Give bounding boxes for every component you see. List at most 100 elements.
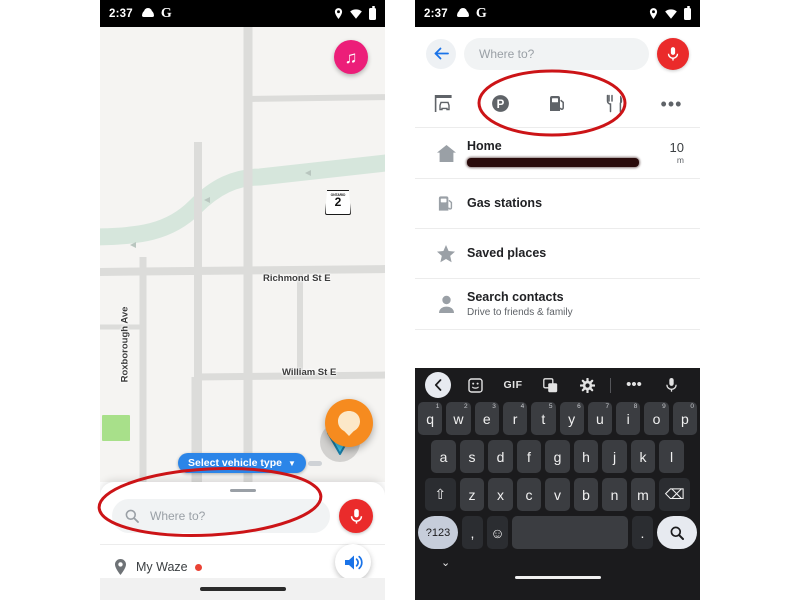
home-distance-value: 10 <box>669 140 684 155</box>
key-n[interactable]: n <box>602 478 627 511</box>
key-u[interactable]: u7 <box>587 402 613 435</box>
key-label: n <box>610 486 619 503</box>
key-period[interactable]: . <box>632 516 653 549</box>
star-glyph <box>437 245 455 263</box>
kb-sticker-icon[interactable] <box>457 377 494 393</box>
keyboard-toolbar-divider <box>610 377 612 393</box>
key-s[interactable]: s <box>459 440 485 473</box>
category-food[interactable] <box>595 87 635 121</box>
location-pin-icon <box>649 8 658 19</box>
key-g[interactable]: g <box>545 440 570 473</box>
key-label: c <box>525 486 533 503</box>
microphone-icon <box>350 508 362 524</box>
key-label: l <box>669 448 674 465</box>
key-r[interactable]: r4 <box>502 402 528 435</box>
list-item-home[interactable]: Home 10 m <box>415 128 700 179</box>
keyboard-toolbar: GIF ••• <box>415 368 700 402</box>
key-x[interactable]: x <box>488 478 513 511</box>
gesture-home-indicator[interactable] <box>199 587 286 591</box>
key-h[interactable]: h <box>573 440 599 473</box>
back-arrow-icon <box>434 47 449 60</box>
category-parking-garage[interactable] <box>424 87 464 121</box>
sound-toggle-button[interactable] <box>335 544 371 580</box>
kb-translate-icon[interactable] <box>532 377 569 393</box>
key-b[interactable]: b <box>573 478 599 511</box>
key-p[interactable]: p0 <box>672 402 697 435</box>
key-v[interactable]: v <box>545 478 570 511</box>
gas-pump-glyph <box>438 196 453 211</box>
kb-mic-icon[interactable] <box>653 377 690 393</box>
list-item-search-contacts[interactable]: Search contacts Drive to friends & famil… <box>415 279 700 330</box>
key-comma[interactable]: , <box>462 516 483 549</box>
search-input-right[interactable]: Where to? <box>464 37 649 70</box>
voice-search-button-right[interactable] <box>657 37 689 70</box>
key-label: o <box>652 410 661 427</box>
key-t[interactable]: t5 <box>531 402 556 435</box>
key-k[interactable]: k <box>630 440 656 473</box>
kb-back-chevron[interactable] <box>425 372 451 398</box>
battery-icon <box>369 5 376 20</box>
key-j[interactable]: j <box>602 440 627 473</box>
back-button[interactable] <box>426 38 456 69</box>
map-view[interactable]: Richmond St E William St E Roxborough Av… <box>100 27 385 482</box>
on-screen-keyboard: GIF ••• q 1 w 2 e 3 r 4 t 5 y 6 u 7 i 8 … <box>415 368 700 600</box>
wifi-icon <box>350 8 362 19</box>
keyboard-row-bottom-letters: ⇧ z x c v b n m ⌫ <box>415 478 700 511</box>
kb-gif-button[interactable]: GIF <box>494 379 531 391</box>
key-l[interactable]: l <box>659 440 684 473</box>
key-e[interactable]: e3 <box>474 402 499 435</box>
search-icon <box>670 526 684 540</box>
list-item-gas-stations[interactable]: Gas stations <box>415 179 700 229</box>
key-symbols[interactable]: ?123 <box>418 516 458 549</box>
category-shortcuts-row: P ••• <box>415 80 700 128</box>
key-label: p <box>680 410 689 427</box>
keyboard-bottom-bar: ⌄ <box>415 554 700 584</box>
search-icon <box>125 509 139 523</box>
status-bar-left-icons-right: G <box>456 6 487 21</box>
key-q[interactable]: q1 <box>418 402 443 435</box>
select-vehicle-type-button[interactable]: Select vehicle type ▼ <box>178 453 306 473</box>
key-superscript: 1 <box>435 403 440 410</box>
cloud-icon <box>456 8 469 17</box>
key-c[interactable]: c <box>516 478 542 511</box>
music-note-icon[interactable]: ♫ <box>334 40 368 74</box>
contact-person-icon <box>431 295 461 314</box>
key-z[interactable]: z <box>459 478 485 511</box>
map-pin-icon <box>115 559 126 575</box>
key-d[interactable]: d <box>488 440 513 473</box>
kb-settings-gear-icon[interactable] <box>569 377 606 393</box>
key-f[interactable]: f <box>516 440 542 473</box>
home-row-text: Home <box>467 139 670 167</box>
key-superscript: 8 <box>633 403 638 410</box>
mood-report-button[interactable] <box>325 399 373 447</box>
key-y[interactable]: y6 <box>559 402 584 435</box>
home-distance-unit: m <box>676 155 684 165</box>
key-search-enter[interactable] <box>657 516 697 549</box>
key-label: y <box>568 410 576 427</box>
key-m[interactable]: m <box>630 478 656 511</box>
home-address-redacted <box>467 158 639 167</box>
key-label: q <box>426 410 435 427</box>
battery-icon <box>684 5 691 20</box>
key-emoji[interactable]: ☺ <box>487 516 508 549</box>
category-gas[interactable] <box>538 87 578 121</box>
key-a[interactable]: a <box>431 440 456 473</box>
category-more[interactable]: ••• <box>652 87 692 121</box>
kb-overflow-dots[interactable]: ••• <box>615 377 652 392</box>
key-w[interactable]: w2 <box>446 402 471 435</box>
sheet-drag-handle[interactable] <box>229 489 256 492</box>
key-space[interactable] <box>512 516 628 549</box>
gesture-home-indicator-right[interactable] <box>514 575 601 579</box>
voice-search-button[interactable] <box>339 499 373 533</box>
key-label: k <box>639 448 647 465</box>
category-parking[interactable]: P <box>481 87 521 121</box>
list-item-saved-places[interactable]: Saved places <box>415 229 700 279</box>
search-contacts-row-text: Search contacts Drive to friends & famil… <box>467 290 684 318</box>
key-i[interactable]: i8 <box>616 402 641 435</box>
key-o[interactable]: o9 <box>644 402 669 435</box>
search-input[interactable]: Where to? <box>112 499 330 533</box>
key-backspace[interactable]: ⌫ <box>659 478 691 511</box>
kb-dismiss-chevron[interactable]: ⌄ <box>441 556 450 569</box>
key-shift[interactable]: ⇧ <box>424 478 456 511</box>
search-input-placeholder-right: Where to? <box>479 46 535 61</box>
